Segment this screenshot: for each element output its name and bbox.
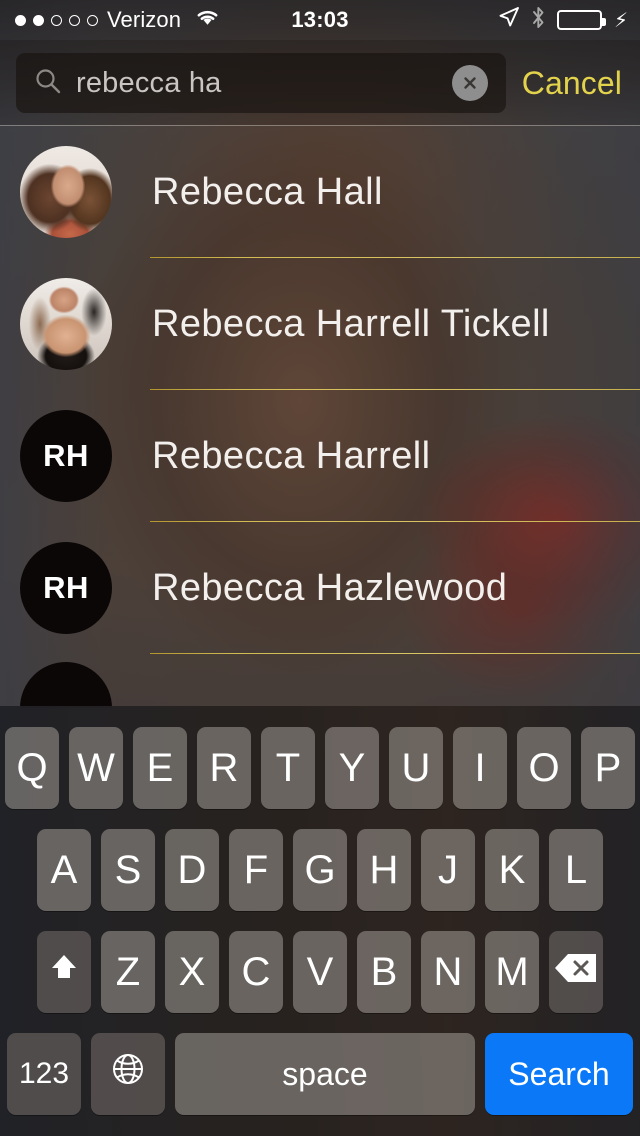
keyboard-row-3: Z X C V B N M <box>0 926 640 1018</box>
key-e[interactable]: E <box>133 727 187 809</box>
search-input[interactable]: rebecca ha <box>16 53 506 113</box>
battery-icon <box>556 10 606 30</box>
key-b[interactable]: B <box>357 931 411 1013</box>
avatar <box>20 278 112 370</box>
key-x[interactable]: X <box>165 931 219 1013</box>
list-item[interactable]: Rebecca Hall <box>0 126 640 258</box>
list-item[interactable]: RH Rebecca Hazlewood <box>0 522 640 654</box>
key-t[interactable]: T <box>261 727 315 809</box>
keyboard-row-2: A S D F G H J K L <box>0 824 640 916</box>
list-item[interactable]: RH Rebecca Harrell <box>0 390 640 522</box>
search-input-value: rebecca ha <box>76 66 222 99</box>
delete-key[interactable] <box>549 931 603 1013</box>
search-bar: rebecca ha Cancel <box>0 40 640 126</box>
clock-label: 13:03 <box>291 7 349 32</box>
magnifier-icon <box>34 67 62 100</box>
list-item[interactable]: Rebecca Harrell Tickell <box>0 258 640 390</box>
contact-name: Rebecca Hall <box>152 170 383 213</box>
keyboard-row-1: Q W E R T Y U I O P <box>0 722 640 814</box>
search-results-list[interactable]: Rebecca Hall Rebecca Harrell Tickell RH … <box>0 126 640 706</box>
backspace-delete-icon <box>553 950 599 995</box>
key-m[interactable]: M <box>485 931 539 1013</box>
contact-name: Rebecca Harrell <box>152 434 431 477</box>
search-bar-separator <box>0 125 640 126</box>
key-u[interactable]: U <box>389 727 443 809</box>
key-q[interactable]: Q <box>5 727 59 809</box>
space-key[interactable]: space <box>175 1033 475 1115</box>
avatar: RH <box>20 542 112 634</box>
key-n[interactable]: N <box>421 931 475 1013</box>
key-d[interactable]: D <box>165 829 219 911</box>
avatar: RH <box>20 410 112 502</box>
status-bar: Verizon 13:03 ⚡ <box>0 0 640 40</box>
key-f[interactable]: F <box>229 829 283 911</box>
avatar-initials: RH <box>43 570 89 605</box>
key-i[interactable]: I <box>453 727 507 809</box>
keyboard-row-4: 123 space Search <box>0 1028 640 1120</box>
cancel-button[interactable]: Cancel <box>506 65 640 102</box>
key-c[interactable]: C <box>229 931 283 1013</box>
key-p[interactable]: P <box>581 727 635 809</box>
contact-name: Rebecca Harrell Tickell <box>152 302 550 345</box>
key-j[interactable]: J <box>421 829 475 911</box>
list-item-partial[interactable] <box>0 662 640 708</box>
shift-up-arrow-icon <box>45 948 83 996</box>
globe-key[interactable] <box>91 1033 165 1115</box>
clear-search-icon[interactable] <box>451 65 488 101</box>
key-a[interactable]: A <box>37 829 91 911</box>
on-screen-keyboard[interactable]: Q W E R T Y U I O P A S D F G H J K L Z … <box>0 706 640 1136</box>
key-h[interactable]: H <box>357 829 411 911</box>
avatar <box>20 662 112 708</box>
numbers-key[interactable]: 123 <box>7 1033 81 1115</box>
shift-key[interactable] <box>37 931 91 1013</box>
key-k[interactable]: K <box>485 829 539 911</box>
key-y[interactable]: Y <box>325 727 379 809</box>
globe-language-icon <box>108 1049 148 1099</box>
key-s[interactable]: S <box>101 829 155 911</box>
contact-name: Rebecca Hazlewood <box>152 566 508 609</box>
avatar-initials: RH <box>43 438 89 473</box>
row-separator <box>150 652 640 654</box>
key-r[interactable]: R <box>197 727 251 809</box>
key-g[interactable]: G <box>293 829 347 911</box>
avatar <box>20 146 112 238</box>
key-v[interactable]: V <box>293 931 347 1013</box>
search-return-key[interactable]: Search <box>485 1033 633 1115</box>
key-l[interactable]: L <box>549 829 603 911</box>
key-w[interactable]: W <box>69 727 123 809</box>
key-o[interactable]: O <box>517 727 571 809</box>
key-z[interactable]: Z <box>101 931 155 1013</box>
